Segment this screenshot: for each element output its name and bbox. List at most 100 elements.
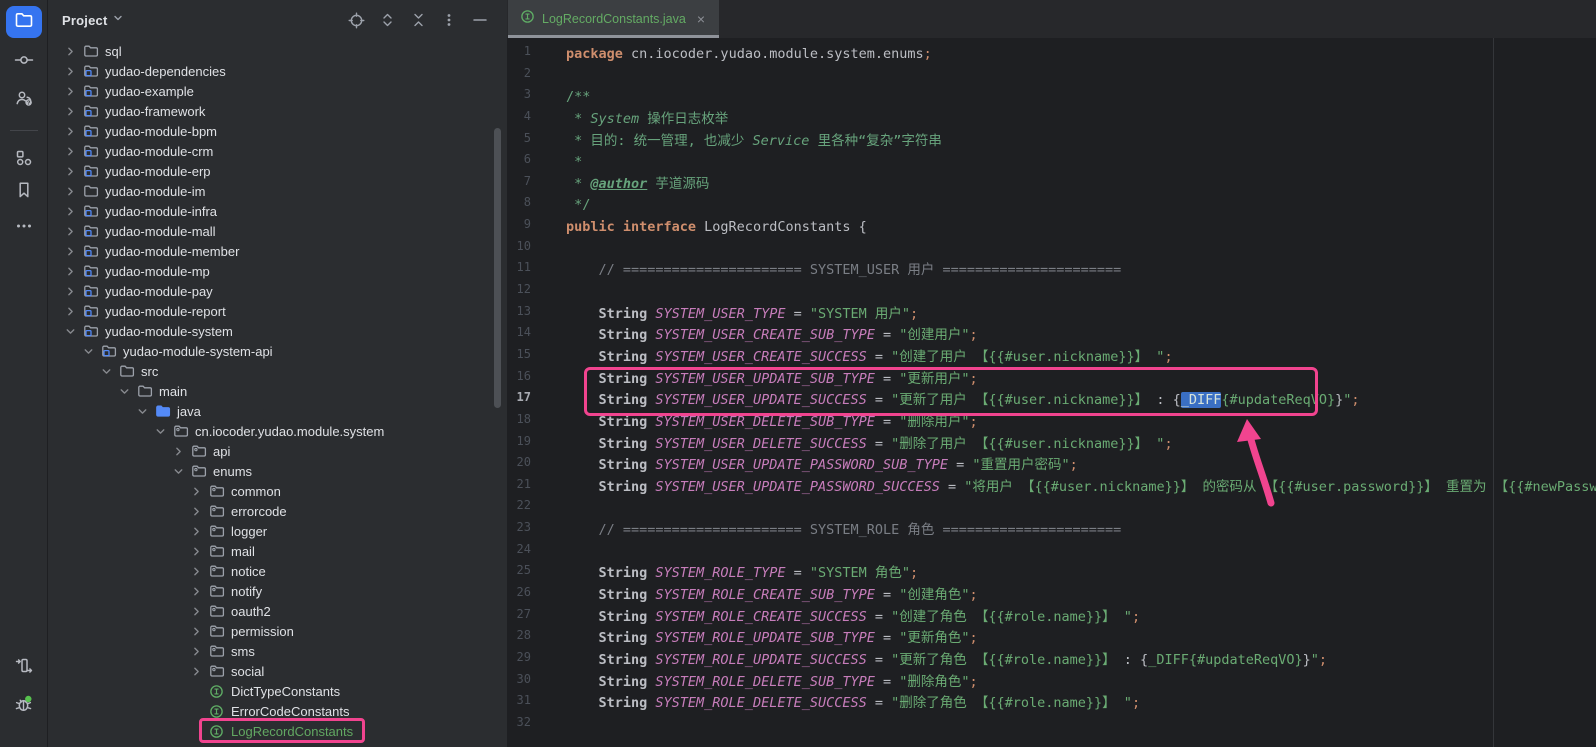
line-number-24[interactable]: 24 <box>507 542 537 564</box>
code-editor[interactable]: 1234567891011121314151617181920212223242… <box>507 38 1596 747</box>
line-number-26[interactable]: 26 <box>507 585 537 607</box>
line-number-15[interactable]: 15 <box>507 347 537 369</box>
chevron-down-icon[interactable] <box>152 423 168 439</box>
tree-item-yudao-framework[interactable]: yudao-framework <box>48 101 507 121</box>
tree-scrollbar-thumb[interactable] <box>494 128 501 408</box>
tree-item-main[interactable]: main <box>48 381 507 401</box>
tree-item-enums[interactable]: enums <box>48 461 507 481</box>
chevron-right-icon[interactable] <box>62 303 78 319</box>
tree-item-yudao-module-mall[interactable]: yudao-module-mall <box>48 221 507 241</box>
tree-item-yudao-module-pay[interactable]: yudao-module-pay <box>48 281 507 301</box>
chevron-down-icon[interactable] <box>116 383 132 399</box>
line-number-30[interactable]: 30 <box>507 672 537 694</box>
chevron-right-icon[interactable] <box>62 103 78 119</box>
chevron-down-icon[interactable] <box>62 323 78 339</box>
chevron-down-icon[interactable] <box>98 363 114 379</box>
chevron-right-icon[interactable] <box>62 63 78 79</box>
tree-item-yudao-module-crm[interactable]: yudao-module-crm <box>48 141 507 161</box>
line-number-4[interactable]: 4 <box>507 109 537 131</box>
line-number-6[interactable]: 6 <box>507 152 537 174</box>
chevron-right-icon[interactable] <box>62 223 78 239</box>
chevron-right-icon[interactable] <box>188 663 204 679</box>
chevron-right-icon[interactable] <box>62 263 78 279</box>
services-tool-button[interactable] <box>6 652 42 684</box>
line-number-10[interactable]: 10 <box>507 239 537 261</box>
tree-item-sms[interactable]: sms <box>48 641 507 661</box>
chevron-down-icon[interactable] <box>80 343 96 359</box>
chevron-right-icon[interactable] <box>62 43 78 59</box>
line-number-20[interactable]: 20 <box>507 455 537 477</box>
line-number-7[interactable]: 7 <box>507 174 537 196</box>
chevron-right-icon[interactable] <box>62 143 78 159</box>
editor-gutter[interactable]: 1234567891011121314151617181920212223242… <box>507 44 537 737</box>
chevron-right-icon[interactable] <box>170 443 186 459</box>
tree-item-yudao-dependencies[interactable]: yudao-dependencies <box>48 61 507 81</box>
tree-item-yudao-module-erp[interactable]: yudao-module-erp <box>48 161 507 181</box>
line-number-16[interactable]: 16 <box>507 369 537 391</box>
tree-item-api[interactable]: api <box>48 441 507 461</box>
tree-item-notify[interactable]: notify <box>48 581 507 601</box>
tree-item-yudao-module-bpm[interactable]: yudao-module-bpm <box>48 121 507 141</box>
expand-all-icon[interactable] <box>378 11 396 29</box>
tree-item-errorcodeconstants[interactable]: ErrorCodeConstants <box>48 701 507 721</box>
chevron-down-icon[interactable] <box>134 403 150 419</box>
line-number-12[interactable]: 12 <box>507 282 537 304</box>
debug-tool-button[interactable] <box>6 690 42 722</box>
chevron-down-icon[interactable] <box>170 463 186 479</box>
chevron-right-icon[interactable] <box>188 583 204 599</box>
chevron-down-icon[interactable] <box>112 11 124 29</box>
line-number-2[interactable]: 2 <box>507 66 537 88</box>
line-number-23[interactable]: 23 <box>507 520 537 542</box>
collapse-all-icon[interactable] <box>409 11 427 29</box>
locate-opened-file-icon[interactable] <box>347 11 365 29</box>
chevron-right-icon[interactable] <box>188 523 204 539</box>
line-number-18[interactable]: 18 <box>507 412 537 434</box>
tree-item-src[interactable]: src <box>48 361 507 381</box>
line-number-32[interactable]: 32 <box>507 715 537 737</box>
chevron-right-icon[interactable] <box>62 243 78 259</box>
chevron-right-icon[interactable] <box>62 203 78 219</box>
chevron-right-icon[interactable] <box>188 643 204 659</box>
tree-item-permission[interactable]: permission <box>48 621 507 641</box>
tree-item-common[interactable]: common <box>48 481 507 501</box>
chevron-right-icon[interactable] <box>188 623 204 639</box>
commit-tool-button[interactable] <box>6 46 42 78</box>
line-number-28[interactable]: 28 <box>507 628 537 650</box>
line-number-14[interactable]: 14 <box>507 325 537 347</box>
chevron-right-icon[interactable] <box>188 563 204 579</box>
tree-item-logger[interactable]: logger <box>48 521 507 541</box>
pull-requests-tool-button[interactable]: ? <box>6 85 42 117</box>
tree-item-yudao-example[interactable]: yudao-example <box>48 81 507 101</box>
chevron-right-icon[interactable] <box>62 163 78 179</box>
tab-logrecordconstants[interactable]: LogRecordConstants.java × <box>508 0 719 38</box>
tree-item-yudao-module-im[interactable]: yudao-module-im <box>48 181 507 201</box>
line-number-31[interactable]: 31 <box>507 693 537 715</box>
line-number-21[interactable]: 21 <box>507 477 537 499</box>
line-number-22[interactable]: 22 <box>507 498 537 520</box>
bookmarks-tool-button[interactable] <box>6 176 42 208</box>
chevron-right-icon[interactable] <box>188 543 204 559</box>
tree-item-sql[interactable]: sql <box>48 41 507 61</box>
tree-item-yudao-module-system-api[interactable]: yudao-module-system-api <box>48 341 507 361</box>
line-number-13[interactable]: 13 <box>507 304 537 326</box>
tree-item-social[interactable]: social <box>48 661 507 681</box>
tree-item-notice[interactable]: notice <box>48 561 507 581</box>
chevron-right-icon[interactable] <box>62 183 78 199</box>
tree-item-yudao-module-mp[interactable]: yudao-module-mp <box>48 261 507 281</box>
line-number-29[interactable]: 29 <box>507 650 537 672</box>
line-number-9[interactable]: 9 <box>507 217 537 239</box>
tree-item-java[interactable]: java <box>48 401 507 421</box>
chevron-right-icon[interactable] <box>62 283 78 299</box>
chevron-right-icon[interactable] <box>188 483 204 499</box>
hide-panel-icon[interactable] <box>471 11 489 29</box>
more-options-icon[interactable] <box>440 11 458 29</box>
tree-item-cn-iocoder-yudao-module-system[interactable]: cn.iocoder.yudao.module.system <box>48 421 507 441</box>
tree-item-yudao-module-infra[interactable]: yudao-module-infra <box>48 201 507 221</box>
tree-item-dicttypeconstants[interactable]: DictTypeConstants <box>48 681 507 701</box>
line-number-5[interactable]: 5 <box>507 131 537 153</box>
project-tool-button[interactable] <box>6 6 42 38</box>
line-number-11[interactable]: 11 <box>507 260 537 282</box>
tree-item-logrecordconstants[interactable]: LogRecordConstants <box>48 721 507 741</box>
tree-item-yudao-module-member[interactable]: yudao-module-member <box>48 241 507 261</box>
tree-item-mail[interactable]: mail <box>48 541 507 561</box>
